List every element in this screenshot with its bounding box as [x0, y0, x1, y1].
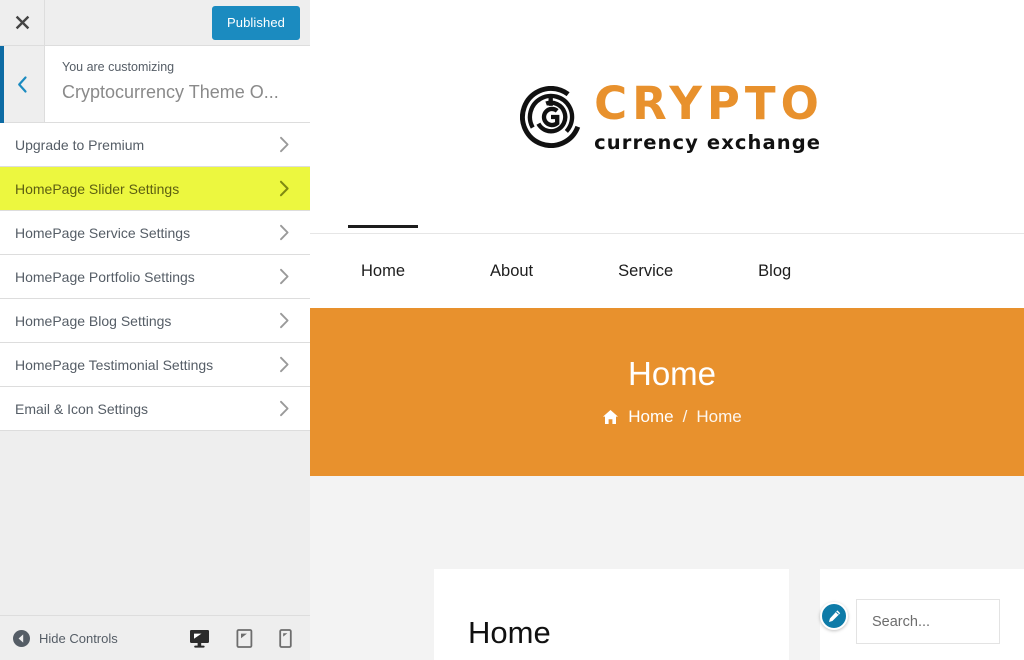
home-icon — [603, 410, 619, 424]
panel-header-text: You are customizing Cryptocurrency Theme… — [45, 46, 310, 122]
sidebar-accent-bar — [0, 46, 4, 123]
device-button-desktop[interactable] — [189, 629, 210, 648]
nav-item-home[interactable]: Home — [347, 224, 419, 309]
device-button-tablet[interactable] — [236, 628, 253, 648]
content-area: Home By admin | — [310, 476, 1024, 660]
breadcrumb-current: Home — [696, 407, 742, 426]
customizer-sidebar: Published You are customizing Cryptocurr… — [0, 0, 310, 660]
sidebar-item-label: Upgrade to Premium — [15, 136, 145, 153]
sidebar-item-label: HomePage Service Settings — [15, 224, 191, 241]
publish-button[interactable]: Published — [212, 5, 300, 40]
logo-primary-text: CRYPTO — [594, 76, 824, 130]
tablet-icon — [236, 628, 253, 648]
chevron-left-icon — [17, 75, 27, 93]
page-banner: Home Home / Home — [310, 308, 1024, 492]
panel-title: Cryptocurrency Theme O... — [62, 81, 279, 102]
customizer-app: Published You are customizing Cryptocurr… — [0, 0, 1024, 660]
close-icon — [15, 15, 29, 30]
close-customizer-button[interactable] — [0, 0, 45, 45]
search-input[interactable] — [856, 599, 1000, 644]
edit-shortcut-button[interactable] — [820, 602, 848, 630]
chevron-right-icon — [280, 268, 289, 285]
publish-area: Published — [45, 0, 310, 45]
chevron-right-icon — [280, 356, 289, 373]
sidebar-item-label: HomePage Testimonial Settings — [15, 356, 214, 373]
page-title: Home — [627, 355, 717, 392]
sidebar-item-homepage-slider-settings[interactable]: HomePage Slider Settings — [0, 167, 310, 211]
sidebar-item-homepage-blog-settings[interactable]: HomePage Blog Settings — [0, 299, 310, 343]
site-navigation: Home About Service Blog — [310, 224, 1024, 309]
hide-controls-button[interactable]: Hide Controls — [13, 629, 189, 647]
hide-controls-label: Hide Controls — [39, 630, 118, 646]
post-card: Home By admin | — [434, 569, 789, 660]
site-preview: CRYPTO currency exchange Home About Serv… — [310, 0, 1024, 660]
chevron-right-icon — [280, 136, 289, 153]
customizing-eyebrow: You are customizing — [62, 60, 175, 74]
desktop-icon — [190, 629, 209, 648]
customizer-footer: Hide Controls — [0, 615, 310, 660]
sidebar-item-label: Email & Icon Settings — [15, 400, 149, 417]
sidebar-item-homepage-testimonial-settings[interactable]: HomePage Testimonial Settings — [0, 343, 310, 387]
post-title: Home — [468, 615, 551, 650]
back-button[interactable] — [0, 46, 45, 122]
chevron-right-icon — [279, 180, 289, 197]
breadcrumb: Home / Home — [602, 407, 742, 427]
sidebar-item-homepage-portfolio-settings[interactable]: HomePage Portfolio Settings — [0, 255, 310, 299]
nav-item-about[interactable]: About — [482, 234, 541, 309]
collapse-left-icon — [13, 629, 30, 647]
sidebar-item-label: HomePage Blog Settings — [15, 312, 172, 329]
logo-wordmark: CRYPTO currency exchange — [594, 81, 824, 153]
chevron-right-icon — [280, 224, 289, 241]
logo-secondary-text: currency exchange — [594, 130, 822, 154]
sidebar-widget-area — [820, 569, 1024, 660]
nav-item-service[interactable]: Service — [610, 234, 681, 309]
device-preview-buttons — [189, 628, 292, 648]
device-button-mobile[interactable] — [279, 628, 292, 648]
breadcrumb-home-link[interactable]: Home — [628, 407, 673, 427]
sidebar-item-email-and-icon-settings[interactable]: Email & Icon Settings — [0, 387, 310, 431]
breadcrumb-separator: / — [682, 407, 688, 426]
nav-item-blog[interactable]: Blog — [750, 234, 799, 309]
site-logo[interactable]: CRYPTO currency exchange — [520, 81, 824, 153]
sidebar-item-label: HomePage Portfolio Settings — [15, 268, 195, 285]
customizer-topbar: Published — [0, 0, 310, 46]
customizer-panel-header: You are customizing Cryptocurrency Theme… — [0, 46, 310, 123]
site-header: CRYPTO currency exchange — [310, 0, 1024, 233]
mobile-icon — [279, 628, 292, 648]
crypto-maze-logo-icon — [520, 85, 583, 148]
sidebar-item-label: HomePage Slider Settings — [15, 180, 180, 197]
customizer-section-list: Upgrade to Premium HomePage Slider Setti… — [0, 123, 310, 615]
sidebar-item-upgrade-to-premium[interactable]: Upgrade to Premium — [0, 123, 310, 167]
chevron-right-icon — [280, 312, 289, 329]
chevron-right-icon — [280, 400, 289, 417]
sidebar-item-homepage-service-settings[interactable]: HomePage Service Settings — [0, 211, 310, 255]
pencil-icon — [828, 609, 840, 622]
